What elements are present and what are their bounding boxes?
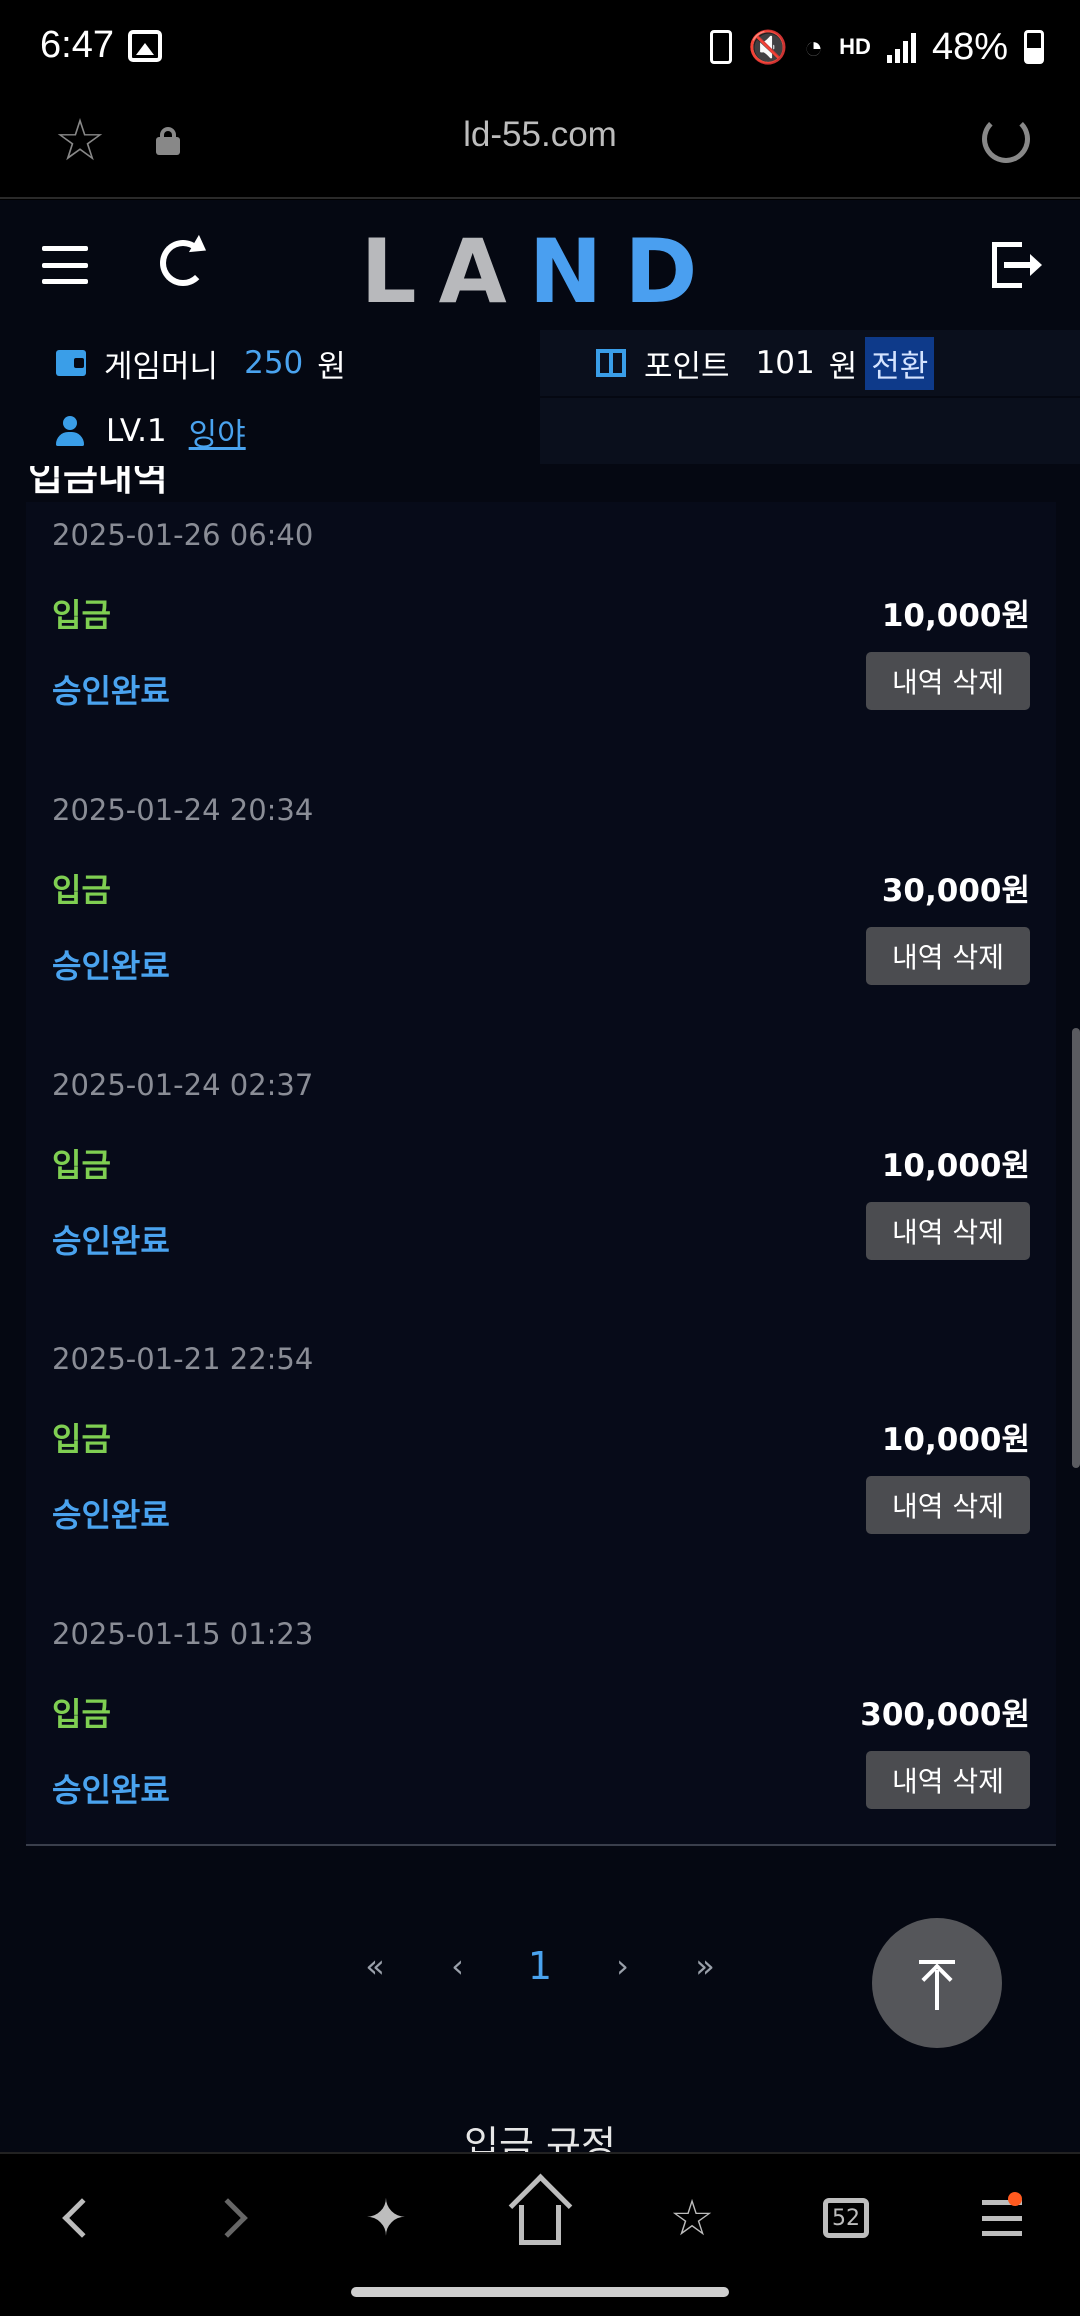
browser-url-bar: ☆ ld-55.com [0,95,1080,199]
transaction-status: 승인완료 [52,947,170,985]
points: 포인트 101 원 전환 [540,330,1080,396]
points-label: 포인트 [644,348,730,385]
transaction-item: 2025-01-26 06:40 입금 10,000원 승인완료 내역 삭제 [26,502,1056,776]
points-unit: 원 [828,348,858,385]
transaction-amount: 10,000원 [881,598,1030,634]
browser-menu-button[interactable] [972,2188,1032,2248]
battery-percent: 48% [931,25,1008,68]
transaction-date: 2025-01-24 20:34 [52,793,314,827]
browser-menu-icon [982,2192,1022,2236]
bookmarks-button[interactable]: ☆ [662,2188,722,2248]
transaction-status: 승인완료 [52,1771,170,1809]
back-icon [62,2198,102,2238]
back-button[interactable] [46,2188,106,2248]
site-header: LAND [0,200,1080,330]
page-scrollbar[interactable] [1072,1028,1080,1468]
main-content: 입금내역 2025-01-26 06:40 입금 10,000원 승인완료 내역… [0,466,1080,2152]
transaction-date: 2025-01-21 22:54 [52,1342,314,1376]
status-icons: 🔇 ◔ HD 48% [709,22,1044,72]
nickname-link[interactable]: 잉야 [189,409,246,454]
mute-icon: 🔇 [747,29,788,65]
home-button[interactable] [510,2188,570,2248]
logo-letter: D [624,220,720,323]
transaction-item: 2025-01-21 22:54 입금 10,000원 승인완료 내역 삭제 [26,1326,1056,1600]
gift-icon [596,349,626,377]
logo-letter: A [438,220,529,323]
prev-page-button[interactable]: ‹ [433,1947,483,1985]
transaction-status: 승인완료 [52,672,170,710]
level-text: LV.1 [106,413,167,449]
transaction-type: 입금 [52,596,111,634]
hd-voice-icon: HD [839,34,871,59]
forward-icon [208,2198,248,2238]
transaction-type: 입금 [52,1420,111,1458]
ai-assist-button[interactable]: ✦ [356,2188,416,2248]
bookmarks-star-icon: ☆ [669,2189,715,2247]
site-logo[interactable]: LAND [0,220,1080,323]
first-page-button[interactable]: « [350,1947,400,1985]
sparkle-icon: ✦ [365,2189,407,2247]
user-icon [56,416,84,446]
user-info-panel: 게임머니 250 원 포인트 101 원 전환 LV.1 잉야 [0,330,1080,466]
transaction-item: 2025-01-24 02:37 입금 10,000원 승인완료 내역 삭제 [26,1052,1056,1326]
transaction-date: 2025-01-26 06:40 [52,518,314,552]
convert-button[interactable]: 전환 [865,336,935,390]
delete-history-button[interactable]: 내역 삭제 [866,652,1030,710]
pagination: « ‹ 1 › » [350,1936,730,1996]
status-time: 6:47 [40,24,114,66]
next-page-button[interactable]: › [598,1947,648,1985]
delete-history-button[interactable]: 내역 삭제 [866,927,1030,985]
wallet-icon [56,350,86,376]
section-title: 입금내역 [28,466,168,499]
gallery-notification-icon [128,30,162,62]
transaction-amount: 300,000원 [860,1697,1030,1733]
wifi-icon: ◔ [803,28,824,65]
forward-button[interactable] [204,2188,264,2248]
transaction-item: 2025-01-15 01:23 입금 300,000원 승인완료 내역 삭제 [26,1601,1056,1875]
logo-letter: N [528,220,625,323]
reload-icon[interactable] [982,115,1030,163]
user-level: LV.1 잉야 [0,398,540,464]
transaction-date: 2025-01-24 02:37 [52,1068,314,1102]
transaction-amount: 10,000원 [881,1422,1030,1458]
delete-history-button[interactable]: 내역 삭제 [866,1202,1030,1260]
tabs-icon: 52 [823,2198,869,2238]
delete-history-button[interactable]: 내역 삭제 [866,1751,1030,1809]
game-money-label: 게임머니 [104,348,219,385]
game-money-value: 250 [244,345,304,381]
last-page-button[interactable]: » [680,1947,730,1985]
notification-dot [1008,2192,1022,2206]
transaction-amount: 10,000원 [881,1148,1030,1184]
transaction-type: 입금 [52,871,111,909]
scroll-to-top-button[interactable] [872,1918,1002,2048]
logo-letter: L [360,220,439,323]
transaction-list: 2025-01-26 06:40 입금 10,000원 승인완료 내역 삭제 2… [26,502,1056,1846]
tabs-button[interactable]: 52 [816,2188,876,2248]
transaction-type: 입금 [52,1146,111,1184]
logout-icon[interactable] [992,242,1042,288]
battery-icon [1024,30,1044,64]
transaction-type: 입금 [52,1695,111,1733]
home-icon [519,2205,561,2245]
tab-count: 52 [832,2205,860,2231]
current-page[interactable]: 1 [515,1944,565,1988]
transaction-item: 2025-01-24 20:34 입금 30,000원 승인완료 내역 삭제 [26,777,1056,1051]
transaction-date: 2025-01-15 01:23 [52,1617,314,1651]
transaction-status: 승인완료 [52,1496,170,1534]
status-bar: 6:47 🔇 ◔ HD 48% [0,0,1080,95]
url-text[interactable]: ld-55.com [0,115,1080,155]
battery-saver-icon [709,30,732,64]
signal-icon [886,31,916,63]
info-filler [540,398,1080,464]
game-money: 게임머니 250 원 [0,330,540,396]
game-money-unit: 원 [317,348,346,385]
points-value: 101 [755,345,815,381]
delete-history-button[interactable]: 내역 삭제 [866,1476,1030,1534]
transaction-status: 승인완료 [52,1222,170,1260]
deposit-rules-title: 입금 규정 [464,2123,616,2152]
transaction-amount: 30,000원 [881,873,1030,909]
gesture-bar [351,2287,729,2297]
